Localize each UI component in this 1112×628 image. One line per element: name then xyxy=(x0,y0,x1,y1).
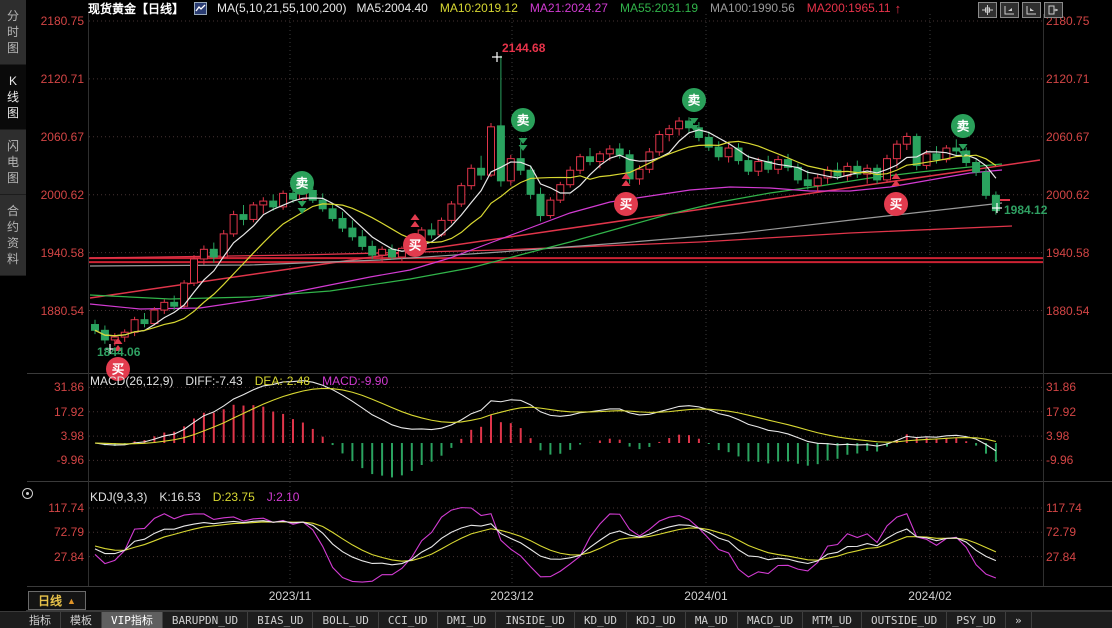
pane-exit-icon[interactable] xyxy=(1044,2,1063,18)
axis-label: 27.84 xyxy=(28,550,84,564)
tab-macd-ud[interactable]: MACD_UD xyxy=(738,612,803,628)
tab-psy-ud[interactable]: PSY_UD xyxy=(947,612,1006,628)
price-point-label: 1984.12 xyxy=(1004,203,1047,217)
chart-header: 现货黄金【日线】 MA(5,10,21,55,100,200) MA5:2004… xyxy=(88,1,901,15)
tab-ma-ud[interactable]: MA_UD xyxy=(686,612,738,628)
axis-label: 1880.54 xyxy=(28,304,84,318)
svg-text:卖: 卖 xyxy=(688,93,701,108)
tab-templates[interactable]: 模板 xyxy=(61,612,102,628)
ma-value: MA21:2024.27 xyxy=(530,1,608,15)
axis-label: 2120.71 xyxy=(1046,72,1108,86)
tab-boll-ud[interactable]: BOLL_UD xyxy=(313,612,378,628)
sidebar-item-lightning-chart[interactable]: 闪电图 xyxy=(0,130,26,195)
date-label: 2024/01 xyxy=(676,589,736,603)
indicator-header-value: MACD(26,12,9) xyxy=(90,374,173,388)
tab-outside-ud[interactable]: OUTSIDE_UD xyxy=(862,612,947,628)
tab-indicators[interactable]: 指标 xyxy=(20,612,61,628)
ma-value: MA10:2019.12 xyxy=(440,1,518,15)
axis-label: 72.79 xyxy=(28,525,84,539)
axis-label: 2000.62 xyxy=(1046,188,1108,202)
ma-chart-icon xyxy=(194,2,207,15)
ma-value: MA5:2004.40 xyxy=(356,1,427,15)
tab-dmi-ud[interactable]: DMI_UD xyxy=(438,612,497,628)
ma-value: MA55:2031.19 xyxy=(620,1,698,15)
date-label: 2023/12 xyxy=(482,589,542,603)
axis-label: 117.74 xyxy=(28,501,84,515)
indicator-header-value: KDJ(9,3,3) xyxy=(90,490,147,504)
price-up-arrow-icon: ↑ xyxy=(895,1,902,16)
trading-app-window: 买卖买卖买卖买卖 2180.752180.752120.712120.71206… xyxy=(0,0,1112,628)
axis-label: 1880.54 xyxy=(1046,304,1108,318)
tab-vip-indicators[interactable]: VIP指标 xyxy=(102,612,163,628)
tab-kd-ud[interactable]: KD_UD xyxy=(575,612,627,628)
sidebar-item-contract-info[interactable]: 合约资料 xyxy=(0,195,26,276)
dropdown-arrow-icon: ▲ xyxy=(67,596,76,606)
scale-right-icon[interactable] xyxy=(1022,2,1041,18)
sell-marker: 卖 xyxy=(511,108,535,151)
axis-label: 2060.67 xyxy=(1046,130,1108,144)
price-point-label: 1844.06 xyxy=(97,345,140,359)
tab-kdj-ud[interactable]: KDJ_UD xyxy=(627,612,686,628)
indicator-header-value: J:2.10 xyxy=(267,490,300,504)
date-label: 2023/11 xyxy=(260,589,320,603)
tab-mtm-ud[interactable]: MTM_UD xyxy=(803,612,862,628)
kdj-pane-header: KDJ(9,3,3) K:16.53 D:23.75 J:2.10 xyxy=(90,490,299,504)
chart-type-sidebar: 分时图K线图闪电图合约资料 xyxy=(0,0,26,628)
period-label: 日线 xyxy=(38,592,62,609)
ma-value: MA100:1990.56 xyxy=(710,1,795,15)
indicator-header-value: K:16.53 xyxy=(159,490,200,504)
svg-text:买: 买 xyxy=(409,239,422,253)
chart-canvas: 买卖买卖买卖买卖 xyxy=(0,0,1112,628)
indicator-header-value: D:23.75 xyxy=(213,490,255,504)
tab-inside-ud[interactable]: INSIDE_UD xyxy=(496,612,575,628)
svg-text:卖: 卖 xyxy=(957,119,970,134)
axis-label: 31.86 xyxy=(28,380,84,394)
date-label: 2024/02 xyxy=(900,589,960,603)
ma-params-label: MA(5,10,21,55,100,200) xyxy=(217,1,346,15)
axis-label: 2000.62 xyxy=(28,188,84,202)
axis-label: 117.74 xyxy=(1046,501,1108,515)
axis-label: -9.96 xyxy=(28,453,84,467)
period-selector-button[interactable]: 日线 ▲ xyxy=(28,591,86,610)
axis-label: 3.98 xyxy=(28,429,84,443)
tab-cci-ud[interactable]: CCI_UD xyxy=(379,612,438,628)
indicator-dot-icon[interactable] xyxy=(22,488,33,499)
ma-value: MA200:1965.11 xyxy=(807,1,891,15)
price-point-label: 2144.68 xyxy=(502,41,545,55)
axis-label: 1940.58 xyxy=(1046,246,1108,260)
symbol-title: 现货黄金【日线】 xyxy=(88,0,184,17)
indicator-header-value: MACD:-9.90 xyxy=(322,374,388,388)
svg-text:卖: 卖 xyxy=(296,176,309,191)
axis-label: -9.96 xyxy=(1046,453,1108,467)
tab-barupdn-ud[interactable]: BARUPDN_UD xyxy=(163,612,248,628)
sidebar-item-minute-chart[interactable]: 分时图 xyxy=(0,0,26,65)
crosshair-icon[interactable] xyxy=(978,2,997,18)
tab-bias-ud[interactable]: BIAS_UD xyxy=(248,612,313,628)
macd-pane-header: MACD(26,12,9) DIFF:-7.43 DEA:-2.48 MACD:-9.… xyxy=(90,374,388,388)
axis-label: 3.98 xyxy=(1046,429,1108,443)
svg-text:买: 买 xyxy=(620,198,633,212)
indicator-header-value: DIFF:-7.43 xyxy=(185,374,242,388)
axis-label: 27.84 xyxy=(1046,550,1108,564)
axis-label: 2120.71 xyxy=(28,72,84,86)
axis-label: 72.79 xyxy=(1046,525,1108,539)
axis-label: 17.92 xyxy=(1046,405,1108,419)
sidebar-item-kline-chart[interactable]: K线图 xyxy=(0,65,26,130)
indicator-header-value: DEA:-2.48 xyxy=(255,374,310,388)
svg-text:卖: 卖 xyxy=(517,113,530,128)
svg-text:买: 买 xyxy=(890,198,903,212)
scale-left-icon[interactable] xyxy=(1000,2,1019,18)
axis-label: 2060.67 xyxy=(28,130,84,144)
ma-values: MA5:2004.40 MA10:2019.12 MA21:2024.27 MA55:… xyxy=(356,1,890,15)
axis-label: 2180.75 xyxy=(28,14,84,28)
axis-label: 31.86 xyxy=(1046,380,1108,394)
axis-label: 17.92 xyxy=(28,405,84,419)
tab-more-tabs[interactable]: » xyxy=(1006,612,1032,628)
indicator-tab-bar: 指标模板VIP指标BARUPDN_UDBIAS_UDBOLL_UDCCI_UDD… xyxy=(0,611,1112,628)
chart-toolbar xyxy=(978,2,1063,18)
axis-label: 1940.58 xyxy=(28,246,84,260)
